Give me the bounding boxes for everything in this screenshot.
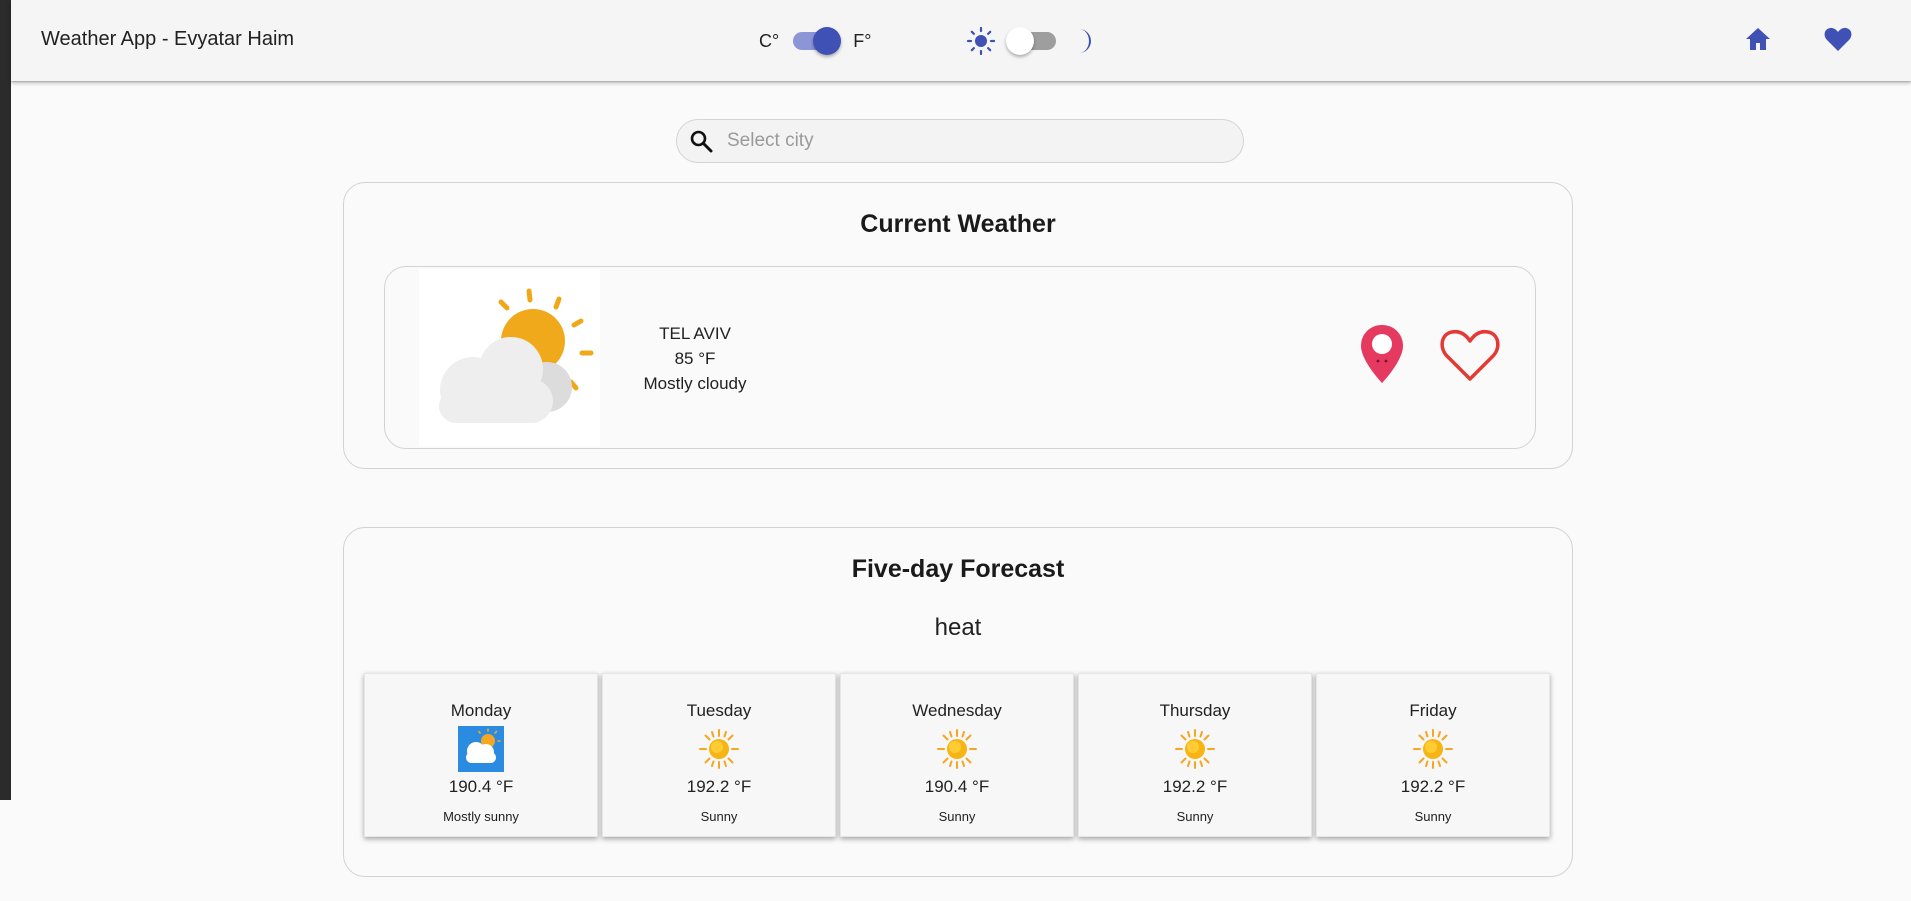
mostly-cloudy-icon [419,269,600,446]
theme-switch-thumb[interactable] [1006,27,1034,55]
forecast-list: Monday 190.4 °F Mostly sunny Tuesday 192… [364,673,1550,837]
day-temperature: 190.4 °F [448,777,514,796]
moon-icon [1070,26,1096,56]
current-weather-details: TEL AVIV 85 °F Mostly cloudy [625,321,765,396]
day-temperature: 192.2 °F [1400,777,1466,796]
day-temperature: 192.2 °F [686,777,752,796]
page: Weather App - Evyatar Haim C° F° Select … [11,0,1911,901]
current-temperature: 85 °F [674,349,716,368]
forecast-day-card: Monday 190.4 °F Mostly sunny [364,673,598,837]
forecast-card: Five-day Forecast heat Monday 190.4 °F M… [343,527,1573,877]
city-search-input[interactable] [725,129,1209,153]
sun-icon [695,725,743,773]
search-icon [687,127,715,155]
forecast-day-card: Tuesday 192.2 °F Sunny [602,673,836,837]
heart-outline-icon [1439,329,1501,387]
location-pin-icon [1359,325,1405,389]
day-condition: Sunny [1176,809,1214,824]
day-temperature: 190.4 °F [924,777,990,796]
add-to-favorites-button[interactable] [1439,327,1501,388]
location-button[interactable] [1359,323,1405,390]
home-icon [1745,27,1771,56]
home-button[interactable] [1739,22,1777,60]
day-name: Thursday [1159,701,1231,720]
day-condition: Sunny [700,809,738,824]
city-search[interactable] [676,119,1244,163]
forecast-day-card: Friday 192.2 °F Sunny [1316,673,1550,837]
day-name: Wednesday [912,701,1002,720]
city-name: TEL AVIV [659,324,731,343]
day-condition: Sunny [1414,809,1452,824]
day-temperature: 192.2 °F [1162,777,1228,796]
celsius-label: C° [759,30,780,51]
fahrenheit-label: F° [853,30,872,51]
day-name: Friday [1409,701,1457,720]
favorites-button[interactable] [1819,22,1857,60]
sun-icon [1409,725,1457,773]
theme-switch[interactable] [1006,27,1056,55]
current-weather-panel: TEL AVIV 85 °F Mostly cloudy [384,266,1536,449]
sun-icon [1171,725,1219,773]
window-edge [0,0,11,800]
unit-switch[interactable] [793,27,842,55]
theme-toggle [966,26,1096,56]
forecast-day-card: Wednesday 190.4 °F Sunny [840,673,1074,837]
current-condition: Mostly cloudy [643,374,747,393]
app-bar: Weather App - Evyatar Haim C° F° [11,0,1911,81]
forecast-day-card: Thursday 192.2 °F Sunny [1078,673,1312,837]
unit-toggle: C° F° [759,26,871,56]
day-condition: Mostly sunny [443,809,519,824]
app-title: Weather App - Evyatar Haim [41,28,295,50]
day-name: Monday [450,701,512,720]
sun-icon [966,26,996,56]
sun-icon [933,725,981,773]
day-name: Tuesday [686,701,752,720]
current-weather-card: Current Weather TEL AVIV 85 °F Mostly cl… [343,182,1573,469]
current-weather-heading: Current Weather [860,210,1056,238]
forecast-heading: Five-day Forecast [851,555,1065,583]
day-condition: Sunny [938,809,976,824]
forecast-headline: heat [934,614,982,641]
partly-cloudy-icon [457,725,505,773]
unit-switch-thumb[interactable] [813,27,842,55]
heart-icon [1824,26,1852,57]
